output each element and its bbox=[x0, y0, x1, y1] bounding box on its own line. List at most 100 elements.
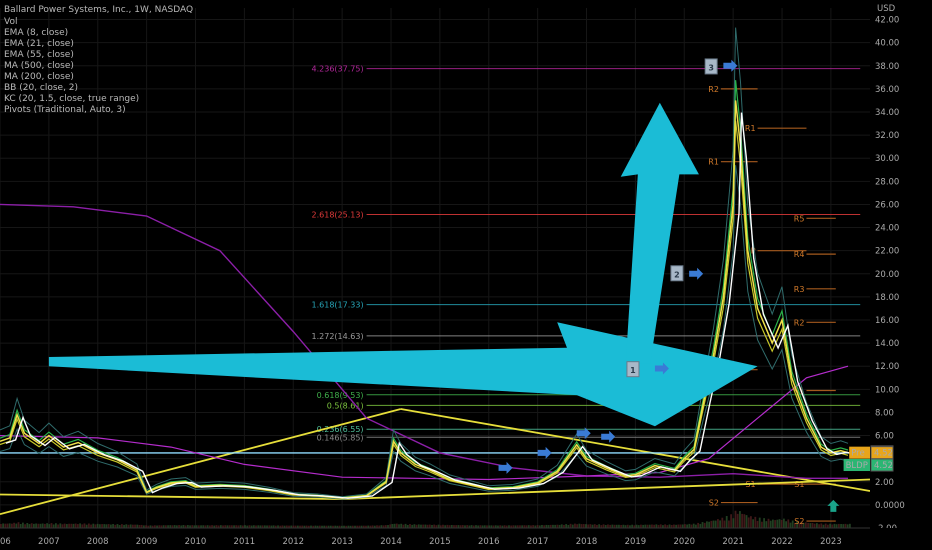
volume-bar bbox=[565, 524, 568, 528]
volume-bar bbox=[68, 523, 70, 528]
pivot-label: R2 bbox=[794, 318, 805, 327]
volume-bar bbox=[723, 520, 726, 528]
volume-bar bbox=[30, 523, 33, 528]
volume-bar bbox=[765, 521, 768, 528]
volume-bar bbox=[651, 524, 653, 528]
volume-bar bbox=[804, 522, 807, 528]
fib-level-label: 0.618(9.53) bbox=[317, 391, 364, 400]
x-tick-label: 2023 bbox=[820, 537, 842, 547]
volume-bar bbox=[837, 523, 840, 528]
volume-bar bbox=[730, 514, 733, 528]
volume-bar bbox=[844, 523, 847, 528]
indicator-legend-item: MA (500, close) bbox=[4, 61, 74, 71]
volume-bar bbox=[576, 524, 579, 528]
y-tick-label: 6.00 bbox=[875, 432, 894, 442]
x-tick-label: 2020 bbox=[673, 537, 695, 547]
volume-bar bbox=[409, 524, 411, 528]
volume-bar bbox=[725, 516, 728, 528]
volume-bar bbox=[129, 524, 132, 528]
volume-bar bbox=[747, 517, 750, 528]
volume-bar bbox=[79, 523, 81, 528]
small-arrow-icon bbox=[537, 446, 552, 459]
volume-bar bbox=[587, 524, 590, 528]
chart-title: Ballard Power Systems, Inc., 1W, NASDAQ bbox=[4, 5, 193, 15]
volume-bar bbox=[50, 523, 53, 528]
volume-bar bbox=[701, 522, 704, 528]
indicator-legend-item: Pivots (Traditional, Auto, 3) bbox=[4, 105, 126, 115]
volume-bar bbox=[74, 523, 77, 528]
pivot-label: R5 bbox=[794, 214, 805, 223]
volume-bar bbox=[695, 524, 697, 528]
volume-bar bbox=[708, 521, 711, 528]
volume-bar bbox=[703, 522, 706, 528]
x-tick-label: 2011 bbox=[234, 537, 256, 547]
volume-bar bbox=[98, 524, 101, 528]
volume-bar bbox=[688, 523, 691, 528]
volume-bar bbox=[758, 517, 761, 528]
indicator-legend-item: BB (20, close, 2) bbox=[4, 83, 78, 93]
volume-bar bbox=[774, 520, 777, 528]
volume-bar bbox=[35, 523, 37, 528]
indicator-legend-item: EMA (21, close) bbox=[4, 39, 74, 49]
volume-bar bbox=[772, 519, 774, 528]
y-tick-label: 42.00 bbox=[875, 16, 899, 26]
volume-bar bbox=[2, 523, 4, 528]
volume-bar bbox=[571, 524, 574, 528]
volume-bar bbox=[741, 513, 744, 528]
volume-bar bbox=[846, 524, 849, 528]
volume-bar bbox=[668, 524, 671, 528]
volume-bar bbox=[420, 524, 422, 528]
pivot-label: R3 bbox=[794, 285, 805, 294]
volume-bar bbox=[835, 524, 838, 528]
ema55-line bbox=[0, 80, 849, 499]
annotation-badge-label: 2 bbox=[674, 270, 680, 279]
y-tick-label: 0.0000 bbox=[875, 501, 905, 511]
volume-bar bbox=[807, 522, 809, 528]
volume-bar bbox=[750, 516, 752, 528]
x-tick-label: 2018 bbox=[576, 537, 598, 547]
volume-bar bbox=[19, 523, 22, 528]
volume-bar bbox=[4, 523, 7, 528]
volume-bar bbox=[677, 524, 680, 528]
volume-bar bbox=[644, 524, 647, 528]
volume-bar bbox=[43, 523, 46, 528]
y-tick-label: 26.00 bbox=[875, 200, 899, 210]
volume-bar bbox=[787, 519, 790, 528]
volume-bar bbox=[699, 523, 702, 528]
volume-bar bbox=[17, 522, 20, 528]
indicator-legend-item: KC (20, 1.5, close, true range) bbox=[4, 94, 139, 104]
volume-bar bbox=[24, 524, 26, 528]
volume-bar bbox=[598, 524, 601, 528]
volume-bar bbox=[602, 524, 605, 528]
volume-bar bbox=[712, 520, 715, 528]
volume-bar bbox=[32, 523, 35, 528]
volume-bar bbox=[833, 523, 836, 528]
volume-bar bbox=[101, 524, 103, 528]
x-tick-label: 2014 bbox=[380, 537, 402, 547]
volume-bar bbox=[611, 524, 614, 528]
volume-bar bbox=[395, 523, 398, 528]
indicator-legend-item: EMA (55, close) bbox=[4, 50, 74, 60]
chart-canvas: 4.236(37.75) 2.618(25.13) 1.618(17.33) 1.27… bbox=[0, 0, 932, 550]
volume-bar bbox=[767, 518, 770, 528]
price-tag-label: 4.52 bbox=[874, 449, 893, 459]
volume-bar bbox=[109, 524, 112, 528]
volume-bar bbox=[400, 523, 403, 528]
x-tick-label: 2022 bbox=[771, 537, 793, 547]
pivot-label: S2 bbox=[709, 499, 719, 508]
volume-bar bbox=[28, 524, 31, 528]
x-tick-label: 2017 bbox=[527, 537, 549, 547]
volume-bar bbox=[763, 518, 766, 528]
volume-bar bbox=[692, 523, 695, 528]
volume-bar bbox=[684, 524, 686, 528]
x-tick-label: 2013 bbox=[331, 537, 353, 547]
volume-bar bbox=[809, 523, 812, 528]
volume-bar bbox=[754, 516, 757, 528]
small-arrow-icon bbox=[601, 430, 616, 443]
volume-bar bbox=[26, 522, 29, 528]
volume-bar bbox=[433, 524, 436, 528]
indicator-legend-item: Vol bbox=[4, 17, 17, 27]
volume-bar bbox=[116, 524, 119, 528]
volume-bar bbox=[769, 520, 772, 528]
y-tick-label: 10.00 bbox=[875, 385, 899, 395]
